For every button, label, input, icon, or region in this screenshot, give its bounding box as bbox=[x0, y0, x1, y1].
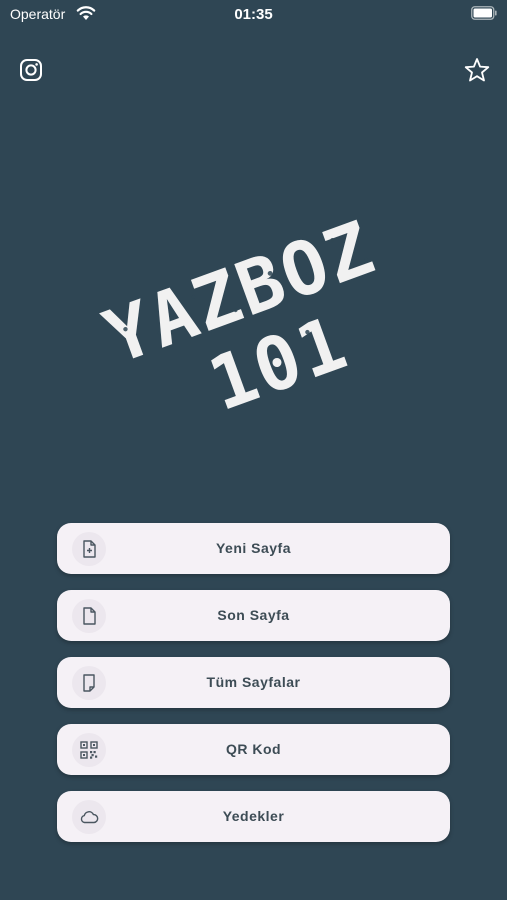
qr-code-label: QR Kod bbox=[225, 741, 282, 757]
last-page-label: Son Sayfa bbox=[217, 607, 290, 623]
instagram-icon[interactable] bbox=[17, 56, 45, 84]
star-icon[interactable] bbox=[463, 56, 491, 84]
backups-button[interactable]: Yedekler bbox=[57, 791, 450, 842]
main-menu: Yeni Sayfa Son Sayfa Tüm Sayfalar QR Kod… bbox=[57, 523, 450, 858]
all-pages-label: Tüm Sayfalar bbox=[206, 674, 301, 690]
last-page-button[interactable]: Son Sayfa bbox=[57, 590, 450, 641]
battery-icon bbox=[471, 6, 497, 20]
status-bar: Operatör 01:35 bbox=[0, 0, 507, 28]
all-pages-button[interactable]: Tüm Sayfalar bbox=[57, 657, 450, 708]
app-logo: YAZBOZ 101 bbox=[94, 205, 386, 429]
qr-code-button[interactable]: QR Kod bbox=[57, 724, 450, 775]
new-page-button[interactable]: Yeni Sayfa bbox=[57, 523, 450, 574]
new-page-label: Yeni Sayfa bbox=[215, 540, 292, 556]
backups-label: Yedekler bbox=[222, 808, 285, 824]
status-time: 01:35 bbox=[234, 6, 273, 23]
